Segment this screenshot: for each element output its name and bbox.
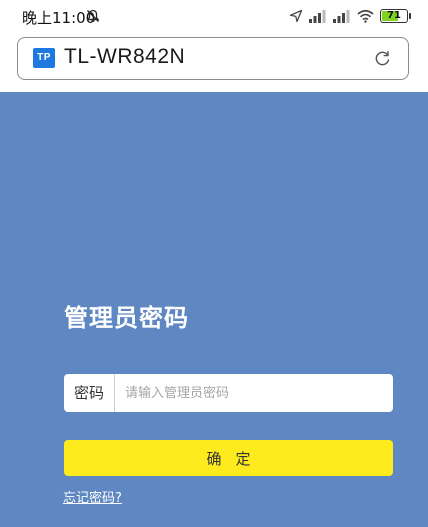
status-time: 晚上11:00 — [22, 9, 96, 27]
password-input[interactable] — [115, 374, 393, 412]
forgot-password-link[interactable]: 忘记密码? — [63, 487, 122, 506]
battery-tip — [409, 13, 411, 19]
status-bar: 晚上11:00 71 — [0, 0, 428, 34]
signal-icon — [309, 10, 326, 23]
confirm-button[interactable]: 确定 — [64, 440, 393, 476]
location-icon — [289, 9, 303, 23]
tp-logo-icon: TP — [33, 48, 55, 68]
mute-icon — [86, 9, 100, 22]
wifi-icon — [357, 9, 374, 23]
signal-icon — [333, 10, 350, 23]
address-bar[interactable]: TP TL-WR842N — [17, 37, 409, 80]
page-title: 管理员密码 — [64, 304, 189, 332]
status-icons: 71 — [289, 7, 411, 25]
battery-level: 71 — [387, 10, 401, 21]
battery-icon: 71 — [380, 9, 411, 23]
password-label: 密码 — [64, 374, 115, 412]
reload-icon[interactable] — [373, 49, 392, 68]
address-url[interactable]: TL-WR842N — [64, 45, 185, 69]
login-page: 管理员密码 密码 确定 忘记密码? — [0, 92, 428, 527]
password-group: 密码 — [64, 374, 393, 412]
